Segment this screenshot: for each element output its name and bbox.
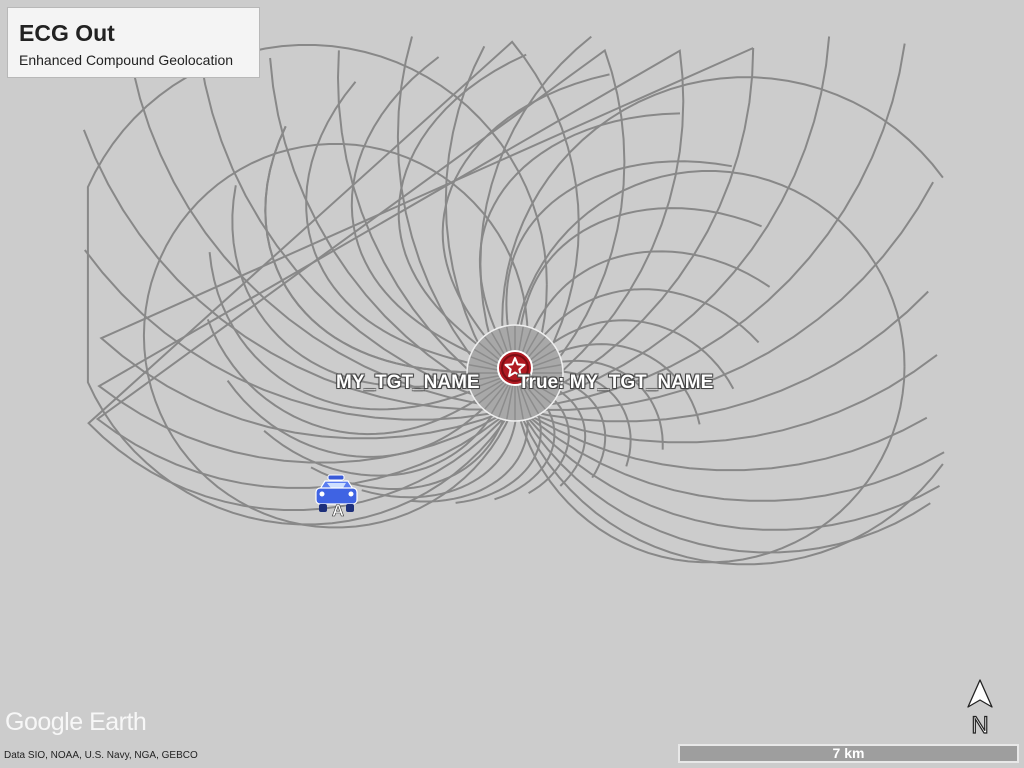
data-attribution: Data SIO, NOAA, U.S. Navy, NGA, GEBCO [4,750,198,761]
estimate-target-label[interactable]: MY_TGT_NAME [336,372,480,394]
scale-bar: 7 km [678,744,1019,763]
north-arrow-icon[interactable]: N [966,679,994,737]
legend-subtitle: Enhanced Compound Geolocation [19,52,234,68]
legend-title: ECG Out [19,20,115,46]
true-target-label[interactable]: True: MY_TGT_NAME [518,372,713,394]
car-icon[interactable]: A [315,474,358,520]
map-canvas[interactable]: A [0,0,1024,768]
legend-panel: ECG Out Enhanced Compound Geolocation [7,7,260,78]
scale-label: 7 km [832,745,865,761]
map-view[interactable]: A MY_TGT_NAME True: MY_TGT_NAME ECG Out … [0,0,1024,768]
compass-label: N [971,712,988,737]
google-earth-logo: Google Earth [5,708,147,736]
sensor-label: A [332,501,344,520]
ellipse-grid [82,35,945,566]
